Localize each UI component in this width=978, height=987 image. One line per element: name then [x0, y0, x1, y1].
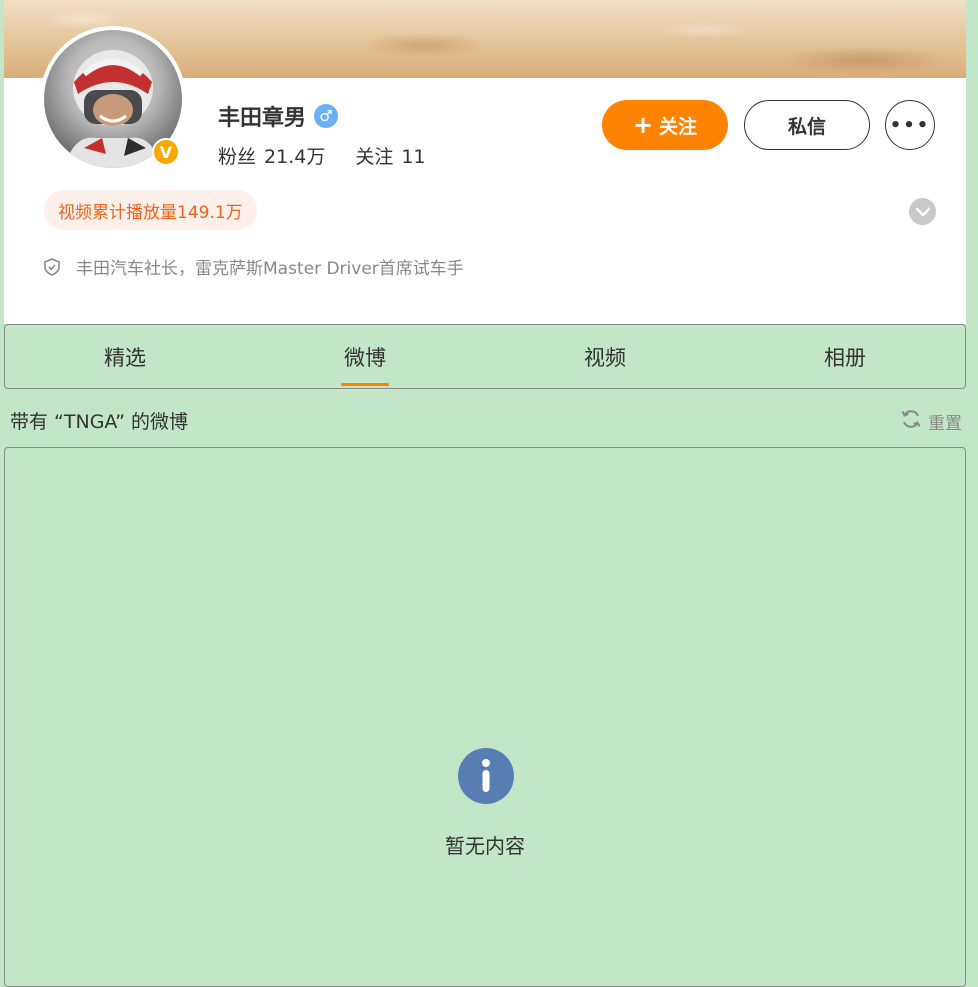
feed-content: 暂无内容 [4, 447, 966, 987]
more-button[interactable]: ••• [885, 100, 935, 150]
video-views-badge: 视频累计播放量149.1万 [44, 190, 257, 230]
message-button[interactable]: 私信 [744, 100, 870, 150]
followers-count: 21.4万 [264, 146, 326, 168]
reset-button[interactable]: 重置 [900, 408, 962, 435]
refresh-icon [900, 408, 922, 435]
following-label: 关注 [355, 146, 394, 168]
following-count: 11 [401, 146, 426, 168]
profile-name: 丰田章男 [218, 106, 307, 131]
profile-stats: 粉丝 21.4万 关注 11 [218, 142, 426, 169]
verified-badge-icon: V [152, 138, 180, 166]
tab-video[interactable]: 视频 [485, 325, 725, 388]
reset-label: 重置 [928, 414, 962, 434]
name-row: 丰田章男 ♂ [218, 100, 339, 132]
bio-text: 丰田汽车社长，雷克萨斯Master Driver首席试车手 [76, 259, 464, 279]
male-icon: ♂ [314, 104, 339, 128]
tab-label: 精选 [104, 345, 146, 370]
empty-state-text: 暂无内容 [445, 834, 525, 858]
filter-title: 带有 “TNGA” 的微博 [10, 411, 188, 433]
plus-icon: + [632, 111, 654, 139]
follow-button[interactable]: + 关注 [602, 100, 728, 150]
profile-card: V 丰田章男 ♂ 粉丝 21.4万 关注 11 + 关注 私信 ••• 视频累计播放… [4, 0, 966, 324]
followers-stat[interactable]: 粉丝 21.4万 [218, 142, 325, 169]
message-label: 私信 [787, 115, 826, 138]
tab-album[interactable]: 相册 [725, 325, 965, 388]
shield-icon [44, 257, 60, 276]
tab-label: 微博 [344, 345, 386, 370]
followers-label: 粉丝 [218, 146, 257, 168]
bio-row: 丰田汽车社长，雷克萨斯Master Driver首席试车手 [44, 254, 464, 279]
tab-weibo[interactable]: 微博 [245, 325, 485, 388]
tab-label: 视频 [584, 345, 626, 370]
tab-label: 相册 [824, 345, 866, 370]
more-icon: ••• [889, 114, 931, 136]
follow-label: 关注 [659, 115, 698, 138]
info-icon [458, 748, 514, 804]
profile-tabs: 精选 微博 视频 相册 [4, 324, 966, 389]
video-views-text: 视频累计播放量149.1万 [58, 202, 243, 223]
following-stat[interactable]: 关注 11 [355, 142, 425, 169]
tab-featured[interactable]: 精选 [5, 325, 245, 388]
chevron-down-icon[interactable] [909, 198, 936, 225]
